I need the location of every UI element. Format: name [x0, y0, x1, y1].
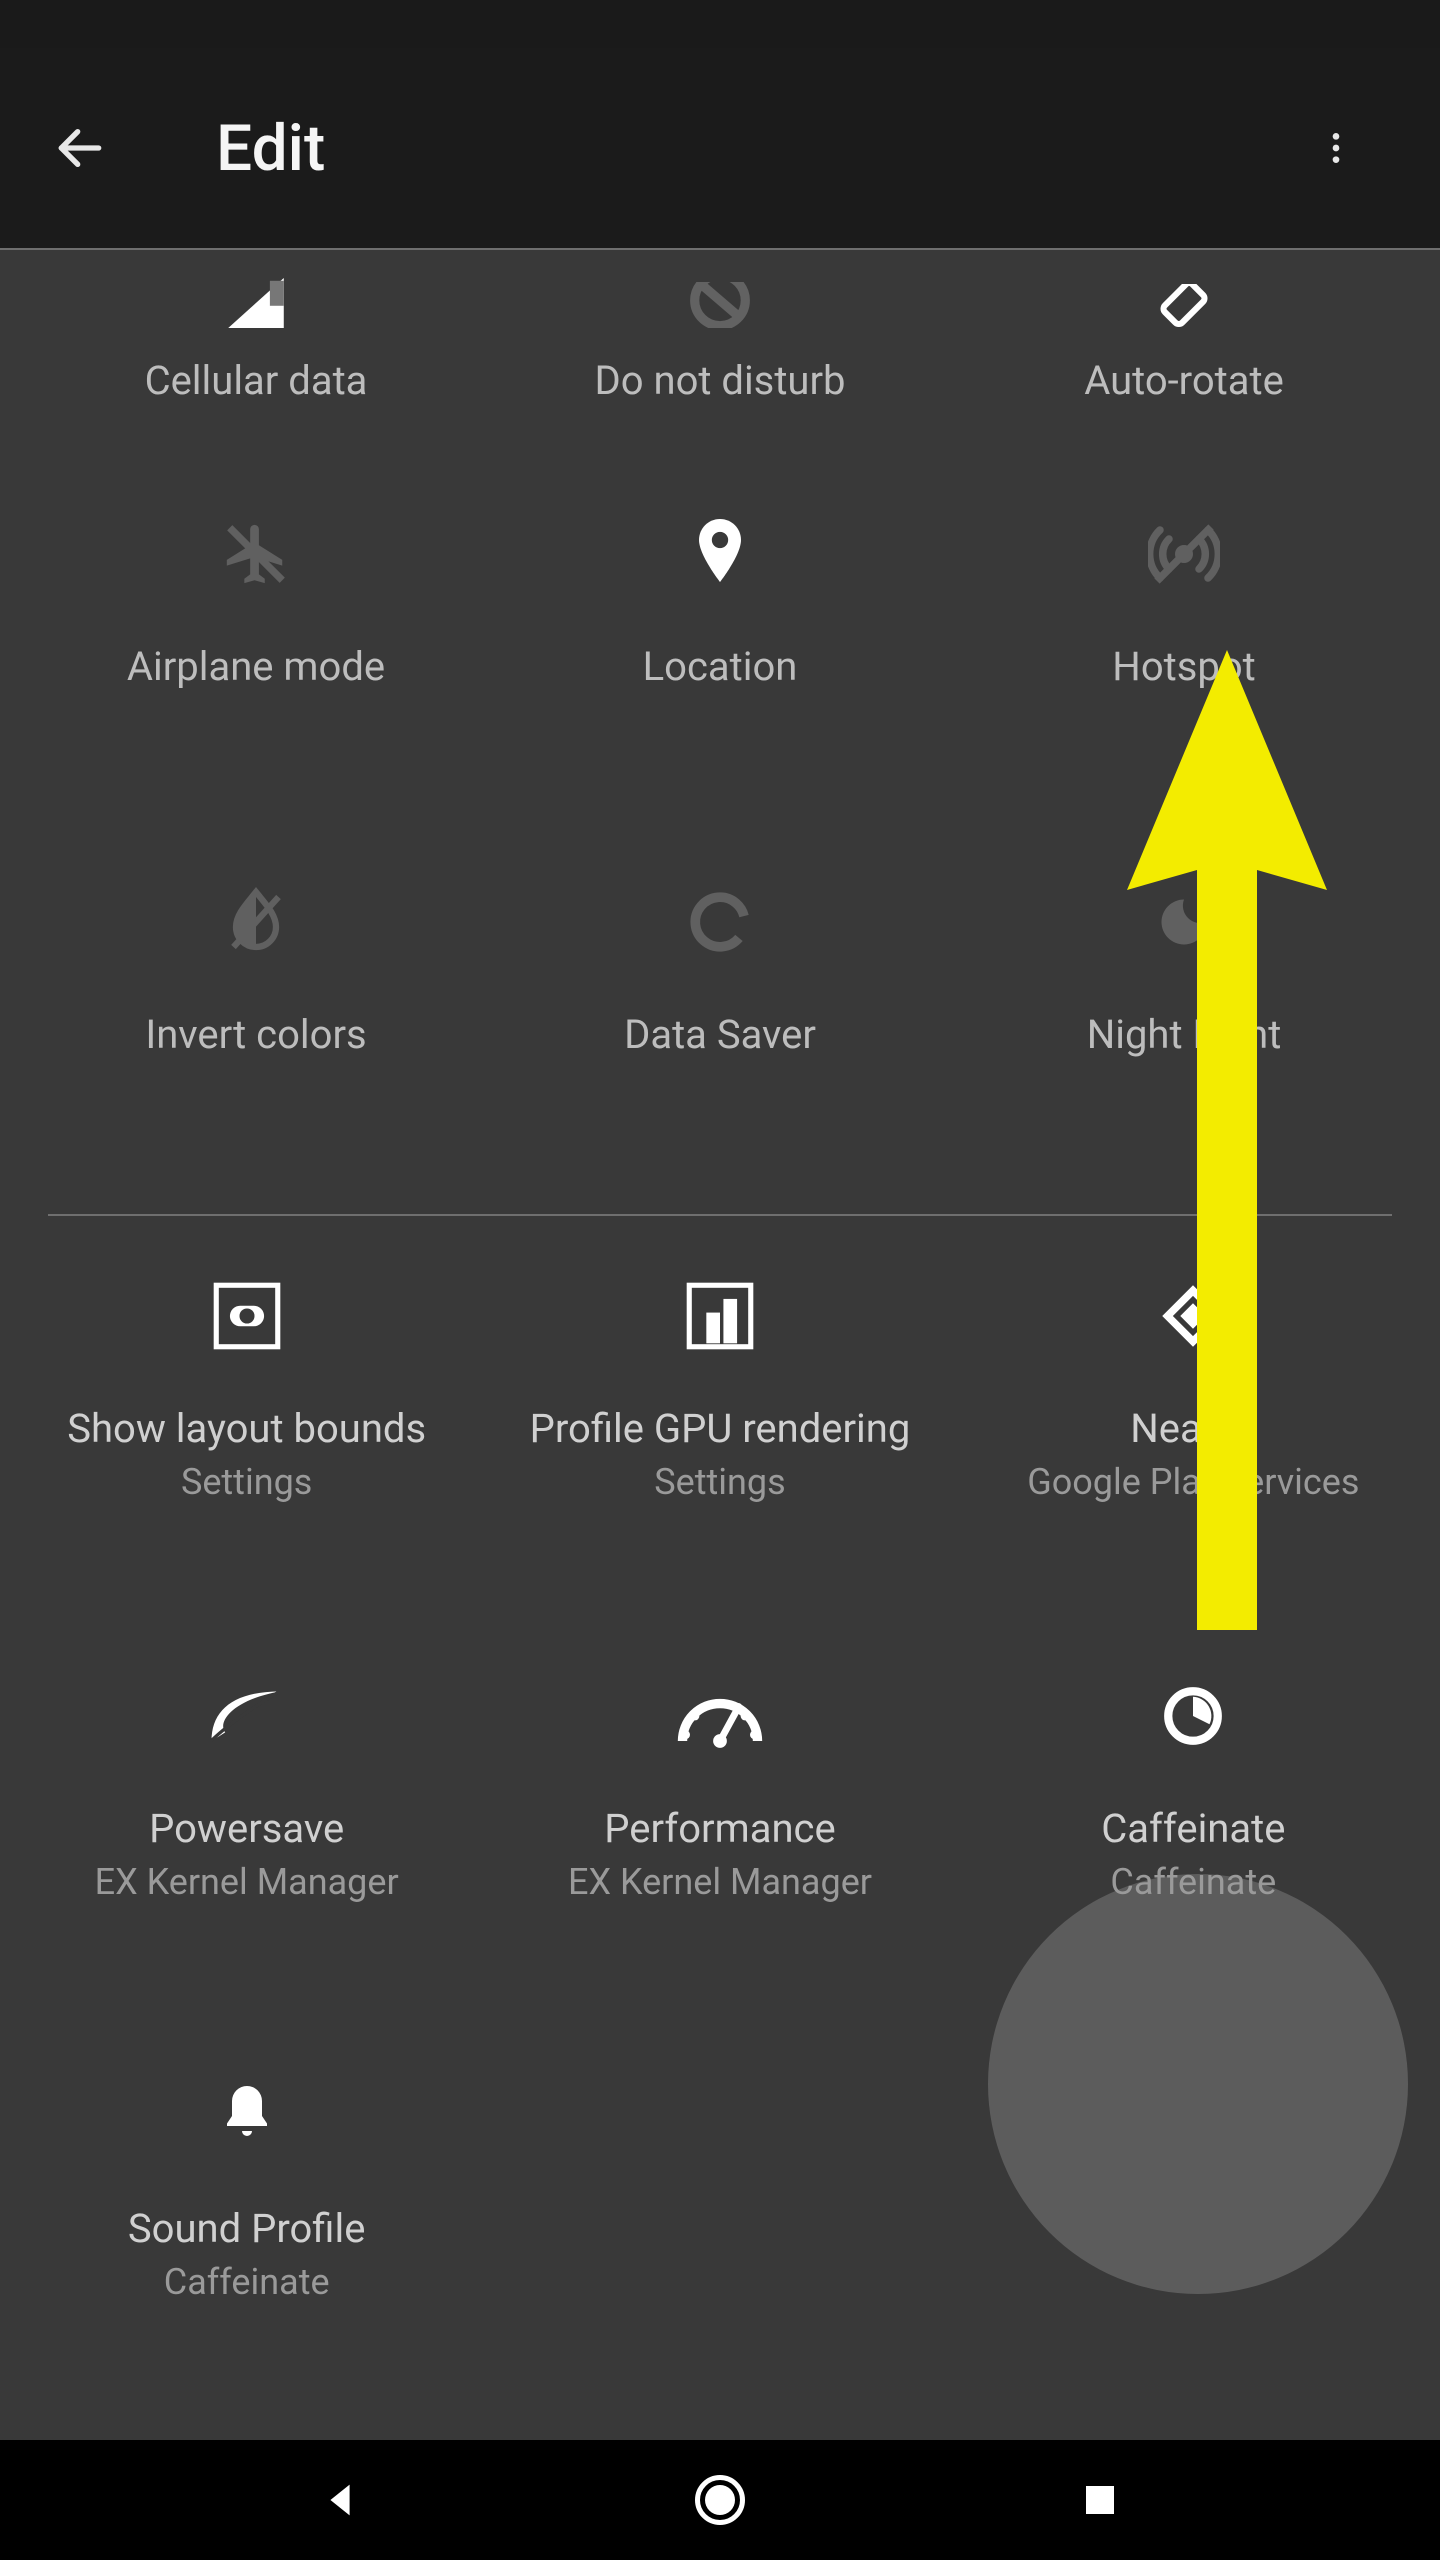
- tile-grid-top: Cellular data Do not disturb Auto-rotate: [0, 250, 1440, 470]
- tile-dnd[interactable]: Do not disturb: [488, 250, 952, 470]
- more-options-button[interactable]: [1300, 112, 1372, 184]
- nav-home-button[interactable]: [680, 2460, 760, 2540]
- tile-sublabel: Google Play services: [1027, 1460, 1359, 1505]
- tile-label: Location: [643, 642, 798, 692]
- tile-label: Performance: [604, 1804, 835, 1854]
- tile-label: Cellular data: [145, 356, 368, 406]
- edit-header: Edit: [0, 48, 1440, 248]
- tile-auto-rotate[interactable]: Auto-rotate: [952, 250, 1416, 470]
- tile-label: Airplane mode: [127, 642, 385, 692]
- tile-grid-mid: Airplane mode Location: [0, 470, 1440, 1206]
- nav-recents-button[interactable]: [1060, 2460, 1140, 2540]
- nearby-icon: [1157, 1280, 1229, 1352]
- tile-profile-gpu[interactable]: Profile GPU rendering Settings: [483, 1226, 956, 1626]
- tile-hotspot[interactable]: Hotspot: [952, 470, 1416, 838]
- tile-airplane-mode[interactable]: Airplane mode: [24, 470, 488, 838]
- status-bar: [0, 0, 1440, 48]
- tile-sublabel: EX Kernel Manager: [568, 1860, 872, 1905]
- night-light-icon: [1154, 892, 1214, 952]
- tile-powersave[interactable]: Powersave EX Kernel Manager: [10, 1626, 483, 2026]
- invert-colors-icon: [226, 887, 286, 957]
- data-saver-icon: [687, 889, 753, 955]
- tile-sublabel: Caffeinate: [164, 2260, 330, 2305]
- cellular-icon: [221, 278, 291, 328]
- dnd-icon: [690, 282, 750, 328]
- tile-invert-colors[interactable]: Invert colors: [24, 838, 488, 1206]
- triangle-back-icon: [317, 2477, 363, 2523]
- gauge-icon: [670, 1684, 770, 1748]
- tile-label: Sound Profile: [128, 2204, 366, 2254]
- airplane-icon: [221, 519, 291, 589]
- leaf-icon: [205, 1686, 289, 1746]
- profile-gpu-icon: [679, 1275, 761, 1357]
- tile-sublabel: Settings: [181, 1460, 312, 1505]
- location-icon: [692, 519, 748, 589]
- auto-rotate-icon: [1151, 284, 1217, 328]
- tile-grid-area: Cellular data Do not disturb Auto-rotate: [0, 248, 1440, 2440]
- tile-sound-profile[interactable]: Sound Profile Caffeinate: [10, 2026, 483, 2426]
- square-recents-icon: [1079, 2479, 1121, 2521]
- back-button[interactable]: [44, 112, 116, 184]
- tile-label: Nearby: [1130, 1404, 1256, 1454]
- tile-label: Profile GPU rendering: [530, 1404, 911, 1454]
- tile-label: Auto-rotate: [1084, 356, 1284, 406]
- hotspot-icon: [1148, 518, 1220, 590]
- tile-label: Hotspot: [1112, 642, 1255, 692]
- tile-sublabel: Settings: [654, 1460, 785, 1505]
- tile-sublabel: Caffeinate: [1110, 1860, 1276, 1905]
- tile-data-saver[interactable]: Data Saver: [488, 838, 952, 1206]
- layout-bounds-icon: [206, 1275, 288, 1357]
- tile-label: Invert colors: [145, 1010, 366, 1060]
- tile-label: Night Light: [1087, 1010, 1282, 1060]
- tile-nearby[interactable]: Nearby Google Play services: [957, 1226, 1430, 1626]
- tile-location[interactable]: Location: [488, 470, 952, 838]
- tile-sublabel: EX Kernel Manager: [95, 1860, 399, 1905]
- nav-back-button[interactable]: [300, 2460, 380, 2540]
- circle-home-icon: [690, 2470, 750, 2530]
- tile-label: Data Saver: [624, 1010, 816, 1060]
- tile-show-layout-bounds[interactable]: Show layout bounds Settings: [10, 1226, 483, 1626]
- arrow-left-icon: [52, 120, 108, 176]
- bell-icon: [217, 2081, 277, 2151]
- navigation-bar: [0, 2440, 1440, 2560]
- tile-cellular-data[interactable]: Cellular data: [24, 250, 488, 470]
- more-vertical-icon: [1316, 128, 1356, 168]
- tile-night-light[interactable]: Night Light: [952, 838, 1416, 1206]
- page-title: Edit: [216, 111, 325, 186]
- tile-label: Powersave: [149, 1804, 344, 1854]
- tile-caffeinate[interactable]: Caffeinate Caffeinate: [957, 1626, 1430, 2026]
- tile-label: Caffeinate: [1101, 1804, 1285, 1854]
- tile-label: Show layout bounds: [67, 1404, 426, 1454]
- tile-performance[interactable]: Performance EX Kernel Manager: [483, 1626, 956, 2026]
- clock-icon: [1160, 1683, 1226, 1749]
- tile-label: Do not disturb: [595, 356, 846, 406]
